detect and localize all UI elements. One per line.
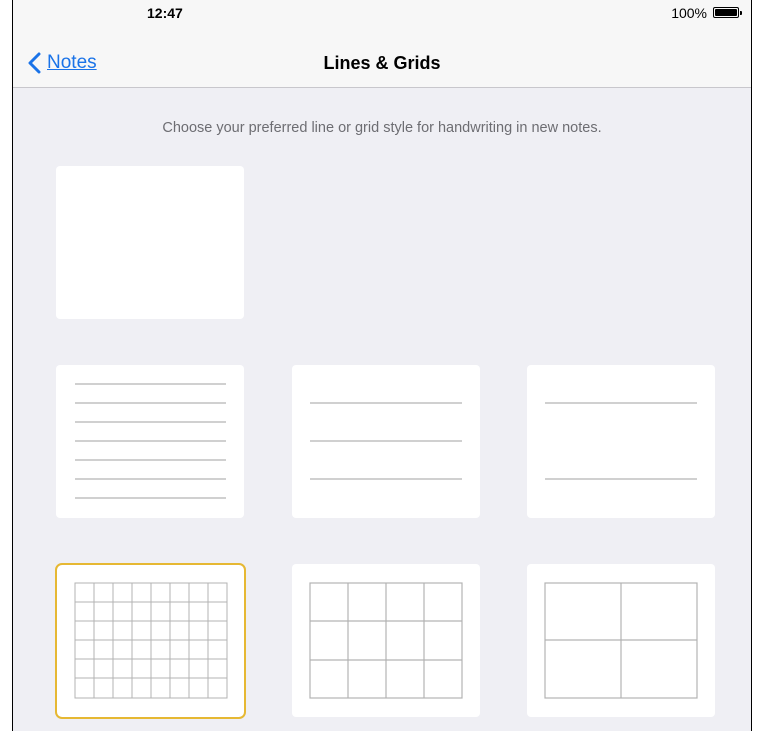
- lines-medium-icon: [310, 402, 462, 480]
- option-grid-medium[interactable]: [292, 564, 480, 717]
- status-time: 12:47: [147, 5, 183, 21]
- option-blank[interactable]: [56, 166, 244, 319]
- device-screen: 12:47 100% Notes Lines & Grids Choose yo…: [12, 0, 752, 731]
- grid-medium-icon: [309, 582, 463, 699]
- navigation-bar: Notes Lines & Grids: [13, 40, 751, 88]
- grid-large-icon: [544, 582, 698, 699]
- instructions-text: Choose your preferred line or grid style…: [162, 120, 602, 136]
- battery-icon: [713, 7, 742, 18]
- lines-small-icon: [75, 383, 226, 499]
- option-lines-small[interactable]: [56, 365, 244, 518]
- battery-percent: 100%: [671, 5, 707, 21]
- option-lines-large[interactable]: [527, 365, 715, 518]
- grid-small-icon: [74, 582, 228, 699]
- option-grid-small[interactable]: [55, 563, 246, 719]
- status-bar: 12:47 100%: [13, 0, 751, 40]
- option-grid-large[interactable]: [527, 564, 715, 717]
- option-lines-medium[interactable]: [292, 365, 480, 518]
- page-title: Lines & Grids: [323, 53, 441, 73]
- lines-large-icon: [545, 402, 697, 480]
